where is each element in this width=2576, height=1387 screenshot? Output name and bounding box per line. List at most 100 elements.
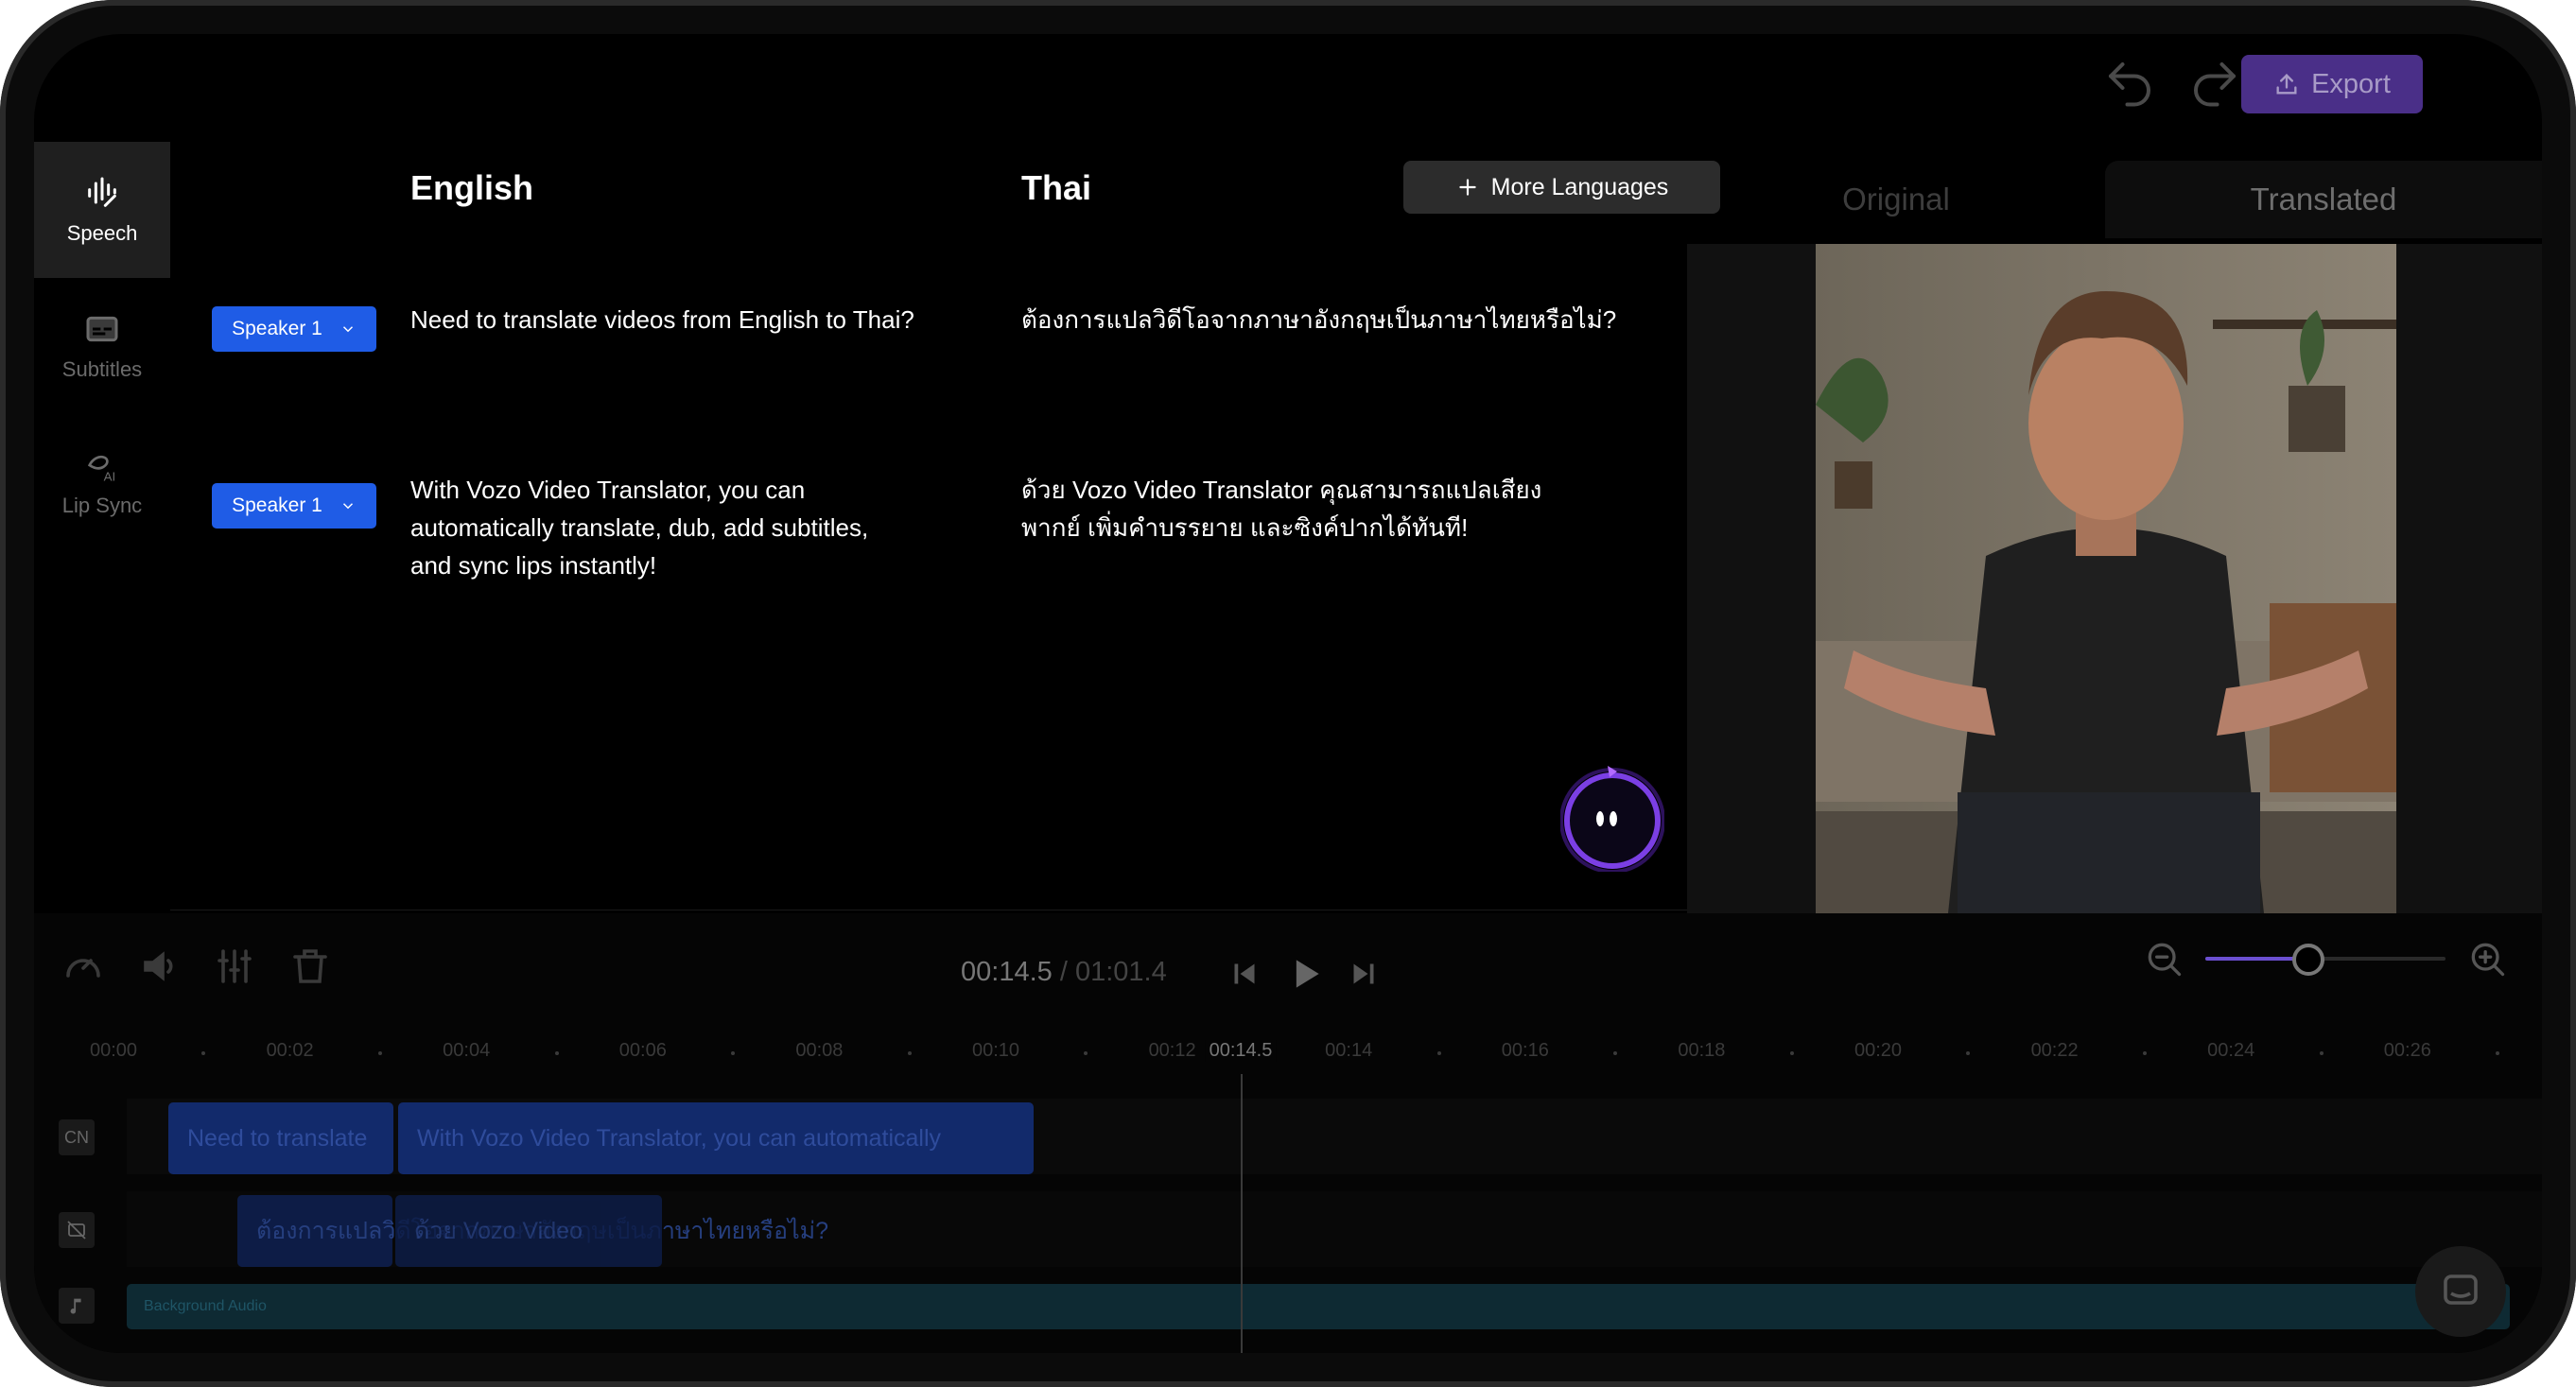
source-track-label: CN (59, 1119, 95, 1155)
nav-label-subtitles: Subtitles (61, 357, 143, 381)
source-line: automatically translate, dub, add subtit… (410, 513, 869, 542)
translated-clip[interactable]: ต้องการแปลวิดีโอจากภาษาอังกฤษเป็นภาษาไทย… (237, 1195, 828, 1267)
tab-label: Translated (2250, 182, 2397, 217)
ruler-tick-dot (731, 1051, 736, 1055)
ruler-tick-label: 00:16 (1501, 1040, 1549, 1061)
chat-icon (2444, 1274, 2478, 1305)
tab-label: Original (1842, 182, 1950, 217)
ruler-tick-label: 00:14 (1325, 1040, 1373, 1061)
target-line: ด้วย Vozo Video Translator คุณสามารถแปลเ… (1021, 476, 1542, 504)
nav-label-speech: Speech (66, 221, 138, 245)
source-clip[interactable]: With Vozo Video Translator, you can auto… (398, 1102, 1034, 1174)
source-language-heading: English (410, 168, 534, 207)
speaker-label: Speaker 1 (232, 318, 322, 339)
speaker-select[interactable]: Speaker 1 (212, 483, 376, 529)
more-languages-button[interactable]: More Languages (1403, 161, 1720, 214)
speech-waveform-icon (88, 177, 116, 207)
ruler-tick-dot (554, 1051, 559, 1055)
zoom-out-icon[interactable] (2143, 938, 2184, 980)
plus-icon (1459, 179, 1476, 196)
ruler-tick-dot (1613, 1051, 1618, 1055)
assistant-bot-icon[interactable] (1559, 758, 1665, 874)
ruler-tick-dot (377, 1051, 382, 1055)
translated-clip[interactable]: ด้วย Vozo Video (395, 1195, 662, 1267)
device-frame: Export Speech Subtitles AI Lip Sync Engl… (0, 0, 2576, 1387)
audio-mixer-icon[interactable] (212, 944, 257, 989)
ruler-tick-label: 00:06 (618, 1040, 667, 1061)
zoom-slider[interactable] (2205, 944, 2445, 976)
time-separator: / (1052, 957, 1075, 987)
playhead[interactable] (1241, 1074, 1243, 1353)
ruler-tick-dot (1966, 1051, 1971, 1055)
nav-subtitles[interactable]: Subtitles (34, 278, 170, 414)
ruler-tick-dot (2142, 1051, 2147, 1055)
volume-icon[interactable] (138, 944, 183, 989)
speaker-label: Speaker 1 (232, 494, 322, 516)
speaker-select[interactable]: Speaker 1 (212, 306, 376, 352)
zoom-slider-thumb[interactable] (2292, 944, 2325, 976)
ruler-tick-label: 00:22 (2030, 1040, 2079, 1061)
ruler-tick-label: 00:02 (266, 1040, 314, 1061)
ruler-tick-dot (1084, 1051, 1088, 1055)
zoom-in-icon[interactable] (2466, 938, 2508, 980)
ruler-tick-dot (201, 1051, 206, 1055)
time-display: 00:14.5 / 01:01.4 (961, 957, 1167, 988)
upload-icon (2276, 74, 2297, 95)
target-segment-text[interactable]: ต้องการแปลวิดีโอจากภาษาอังกฤษเป็นภาษาไทย… (1021, 301, 1627, 338)
source-clip[interactable]: Need to translate (168, 1102, 393, 1174)
current-time: 00:14.5 (961, 957, 1053, 987)
ruler-tick-label: 00:04 (443, 1040, 491, 1061)
chevron-down-icon (342, 326, 353, 333)
subtitles-icon (86, 316, 118, 342)
nav-speech[interactable]: Speech (34, 142, 170, 278)
tab-original[interactable]: Original (1687, 161, 2105, 238)
source-line: Need to translate videos from English to… (410, 305, 914, 334)
nav-lip-sync[interactable]: AI Lip Sync (34, 414, 170, 550)
lip-sync-icon: AI (87, 455, 115, 484)
ruler-tick-label: 00:20 (1854, 1040, 1903, 1061)
ruler-tick-label: 00:26 (2383, 1040, 2431, 1061)
ruler-tick-dot (1436, 1051, 1441, 1055)
redo-icon[interactable] (2186, 55, 2243, 112)
ruler-tick-label: 00:08 (795, 1040, 844, 1061)
music-note-icon (59, 1288, 95, 1324)
export-label: Export (2311, 68, 2391, 99)
video-frame[interactable] (1816, 244, 2396, 913)
target-line: พากย์ เพิ่มคำบรรยาย และซิงค์ปากได้ทันที! (1021, 513, 1469, 542)
target-line: ต้องการแปลวิดีโอจากภาษาอังกฤษเป็นภาษาไทย… (1021, 305, 1617, 334)
playhead-time-label: 00:14.5 (1205, 1040, 1277, 1062)
target-segment-text[interactable]: ด้วย Vozo Video Translator คุณสามารถแปลเ… (1021, 471, 1627, 546)
target-language-heading: Thai (1021, 168, 1092, 207)
skip-back-icon[interactable] (1227, 957, 1262, 991)
background-audio-label: Background Audio (144, 1298, 267, 1314)
timeline-ruler[interactable]: 00:00 00:02 00:04 00:06 00:08 00:10 00:12 00:14… (34, 1040, 2542, 1068)
ruler-tick-label: 00:24 (2207, 1040, 2255, 1061)
ruler-tick-dot (907, 1051, 912, 1055)
play-icon[interactable] (1284, 953, 1326, 995)
background-audio-track[interactable]: Background Audio (127, 1284, 2510, 1329)
source-line: With Vozo Video Translator, you can (410, 476, 806, 504)
ruler-tick-dot (1789, 1051, 1794, 1055)
ruler-tick-label: 00:18 (1678, 1040, 1726, 1061)
nav-label-lip-sync: Lip Sync (61, 494, 143, 517)
source-segment-text[interactable]: Need to translate videos from English to… (410, 301, 978, 338)
subtitle-hidden-icon[interactable] (59, 1212, 95, 1248)
app-screen: Export Speech Subtitles AI Lip Sync Engl… (34, 34, 2542, 1353)
more-languages-label: More Languages (1490, 173, 1669, 200)
export-button[interactable]: Export (2241, 55, 2423, 113)
source-segment-text[interactable]: With Vozo Video Translator, you can auto… (410, 471, 978, 584)
trash-icon[interactable] (287, 944, 333, 989)
speed-gauge-icon[interactable] (61, 944, 106, 989)
ruler-tick-label: 00:10 (971, 1040, 1020, 1061)
ruler-tick-label: 00:12 (1148, 1040, 1196, 1061)
skip-forward-icon[interactable] (1347, 957, 1381, 991)
undo-icon[interactable] (2101, 55, 2158, 112)
ruler-tick-label: 00:00 (89, 1040, 138, 1061)
total-time: 01:01.4 (1074, 957, 1167, 987)
ruler-tick-dot (2496, 1051, 2500, 1055)
source-line: and sync lips instantly! (410, 551, 657, 580)
ruler-tick-dot (2319, 1051, 2324, 1055)
chat-button[interactable] (2415, 1246, 2506, 1337)
tab-translated[interactable]: Translated (2105, 161, 2542, 238)
chevron-down-icon (342, 503, 353, 510)
